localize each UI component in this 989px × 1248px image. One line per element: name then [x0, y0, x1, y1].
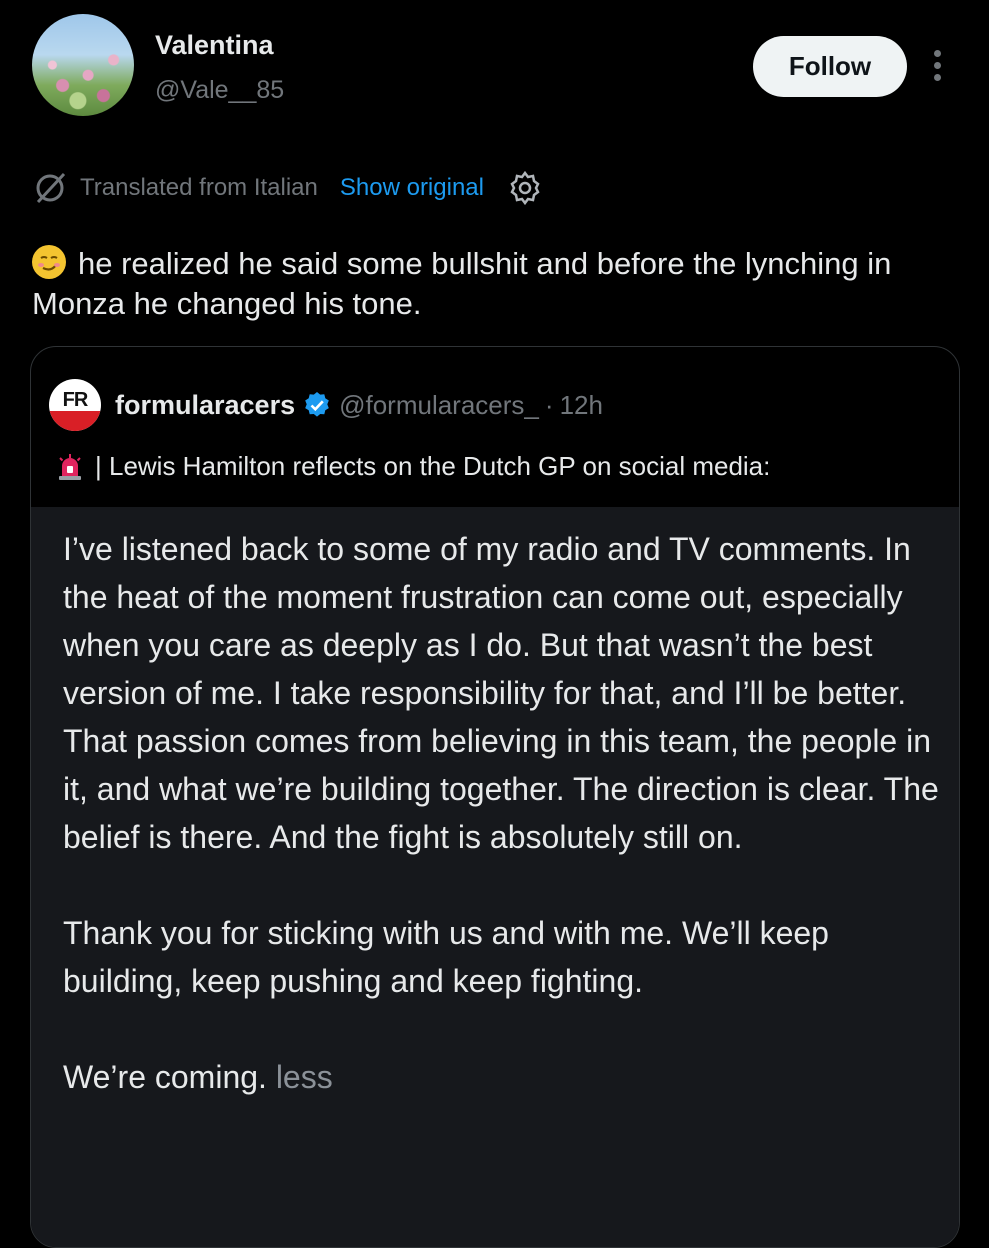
verified-badge-icon — [305, 392, 329, 417]
gear-icon[interactable] — [506, 169, 544, 207]
translated-from-label: Translated from Italian — [80, 174, 318, 201]
display-name[interactable]: Valentina — [155, 30, 274, 61]
statement-text: I’ve listened back to some of my radio a… — [63, 525, 943, 1149]
follow-button[interactable]: Follow — [753, 36, 907, 97]
quoted-headline: | Lewis Hamilton reflects on the Dutch G… — [55, 451, 770, 482]
statement-closing: We’re coming. — [63, 1059, 267, 1095]
quoted-author-handle[interactable]: @formularacers_ — [339, 390, 539, 421]
show-original-link[interactable]: Show original — [340, 174, 484, 202]
separator-dot: · — [544, 389, 554, 420]
quoted-tweet[interactable]: FR formularacers @formularacers_ · 12h |… — [30, 346, 960, 1248]
statement-card: I’ve listened back to some of my radio a… — [31, 507, 959, 1247]
smirking-face-emoji — [32, 245, 66, 279]
quoted-tweet-header: FR formularacers @formularacers_ · 12h — [49, 379, 603, 431]
quoted-headline-text: | Lewis Hamilton reflects on the Dutch G… — [95, 451, 771, 481]
tweet-body: he realized he said some bullshit and be… — [32, 246, 892, 321]
quoted-author-name[interactable]: formularacers — [115, 390, 295, 421]
more-options-icon[interactable] — [930, 50, 944, 84]
timestamp[interactable]: 12h — [560, 390, 603, 421]
statement-paragraph: Thank you for sticking with us and with … — [63, 915, 829, 999]
translation-bar: Translated from Italian Show original — [32, 170, 544, 206]
user-handle[interactable]: @Vale__85 — [155, 76, 284, 105]
siren-icon — [59, 453, 81, 480]
statement-paragraph: I’ve listened back to some of my radio a… — [63, 531, 939, 855]
avatar[interactable] — [32, 14, 134, 116]
tweet-text: he realized he said some bullshit and be… — [32, 244, 932, 324]
show-less-link[interactable]: less — [276, 1059, 333, 1095]
statement-closing-line: We’re coming. less — [63, 1053, 943, 1101]
translate-icon — [36, 172, 66, 204]
formularacers-logo[interactable]: FR — [49, 379, 101, 431]
